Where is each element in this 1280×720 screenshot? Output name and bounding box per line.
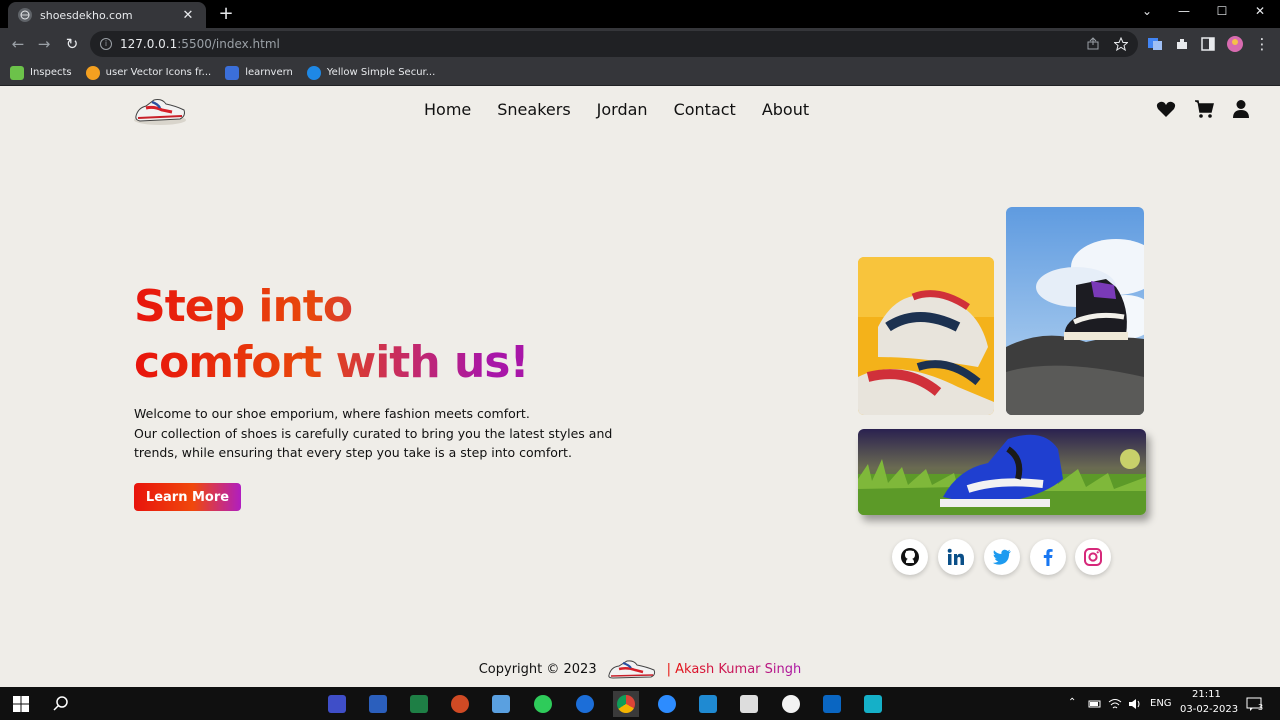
twitter-link[interactable] <box>984 539 1020 575</box>
vscode-icon[interactable] <box>695 691 721 717</box>
address-bar[interactable]: i 127.0.0.1:5500/index.html <box>90 31 1138 57</box>
linkedin-link[interactable] <box>938 539 974 575</box>
bookmark-yellow-simple[interactable]: Yellow Simple Secur... <box>306 65 436 80</box>
browser-toolbar: ← → ↻ i 127.0.0.1:5500/index.html ⋮ <box>0 28 1280 60</box>
nav-jordan[interactable]: Jordan <box>597 100 648 119</box>
site-info-icon[interactable]: i <box>100 38 112 50</box>
main-nav: Home Sneakers Jordan Contact About <box>424 100 809 119</box>
back-icon[interactable]: ← <box>8 34 28 54</box>
learnvern-icon <box>225 65 240 80</box>
canva-app-icon[interactable] <box>860 691 886 717</box>
profile-avatar-icon[interactable] <box>1227 36 1243 52</box>
hero-text-1: Welcome to our shoe emporium, where fash… <box>134 406 530 421</box>
github-link[interactable] <box>892 539 928 575</box>
linkedin-icon <box>947 548 964 565</box>
menu-kebab-icon[interactable]: ⋮ <box>1252 34 1272 54</box>
clock-time[interactable]: 21:11 <box>1192 689 1221 700</box>
bookmark-label: user Vector Icons fr... <box>105 67 212 78</box>
hero-line-2: comfort with us! <box>134 337 529 388</box>
zoom-icon[interactable] <box>654 691 680 717</box>
tab-close-icon[interactable]: ✕ <box>180 8 196 23</box>
word-icon[interactable] <box>365 691 391 717</box>
web-page: Home Sneakers Jordan Contact About Step … <box>0 86 1280 687</box>
windows-taskbar: ⌃ ENG 21:11 03-02-2023 3 <box>0 687 1280 720</box>
cart-icon[interactable] <box>1194 99 1214 119</box>
share-icon[interactable] <box>1086 37 1100 51</box>
windows-start-icon[interactable] <box>8 691 34 717</box>
clock-date[interactable]: 03-02-2023 <box>1180 704 1238 715</box>
vs-icon[interactable] <box>324 691 350 717</box>
notification-count: 3 <box>1258 703 1264 712</box>
author-credit: | Akash Kumar Singh <box>666 661 802 677</box>
linkedin-app-icon[interactable] <box>819 691 845 717</box>
translate-icon[interactable] <box>1147 36 1163 52</box>
instagram-link[interactable] <box>1075 539 1111 575</box>
bookmark-label: Inspects <box>30 67 72 78</box>
url-path: :5500/index.html <box>177 37 280 51</box>
bookmark-label: Yellow Simple Secur... <box>326 67 436 78</box>
photo-sneaker-on-grass <box>858 429 1146 515</box>
github-desktop-icon[interactable] <box>778 691 804 717</box>
nav-sneakers[interactable]: Sneakers <box>497 100 570 119</box>
inspects-icon <box>10 65 24 80</box>
bookmark-label: learnvern <box>245 67 293 78</box>
whatsapp-icon[interactable] <box>530 691 556 717</box>
nav-about[interactable]: About <box>762 100 809 119</box>
minimize-button[interactable]: — <box>1169 4 1199 18</box>
tab-title: shoesdekho.com <box>40 8 133 22</box>
footer-logo-sneaker <box>607 660 655 679</box>
forward-icon[interactable]: → <box>34 34 54 54</box>
photo-yellow-sneakers <box>858 257 994 415</box>
nav-contact[interactable]: Contact <box>674 100 736 119</box>
nav-home[interactable]: Home <box>424 100 471 119</box>
twitter-icon <box>992 549 1011 565</box>
tab-search-icon[interactable]: ⌄ <box>1132 4 1162 18</box>
facebook-icon <box>1043 549 1053 566</box>
bookmark-learnvern[interactable]: learnvern <box>225 65 293 80</box>
heart-icon[interactable] <box>1156 99 1176 119</box>
site-logo-sneaker[interactable] <box>132 94 188 128</box>
bookmark-inspects[interactable]: Inspects <box>10 65 72 80</box>
volume-icon[interactable] <box>1128 697 1142 711</box>
facebook-link[interactable] <box>1030 539 1066 575</box>
bookmarks-bar: Inspects user Vector Icons fr... learnve… <box>0 60 1280 86</box>
url-host: 127.0.0.1 <box>120 37 178 51</box>
tray-chevron-icon[interactable]: ⌃ <box>1068 697 1076 708</box>
location-pin-icon <box>85 65 100 80</box>
copyright-text: Copyright © 2023 <box>478 661 597 677</box>
powerpoint-icon[interactable] <box>447 691 473 717</box>
tab-bar: shoesdekho.com ✕ + ⌄ — ☐ ✕ <box>0 0 1280 28</box>
teamviewer-icon[interactable] <box>572 691 598 717</box>
wifi-icon[interactable] <box>1108 697 1122 711</box>
photo-jordan-on-rock <box>1006 207 1144 415</box>
wordpress-icon[interactable] <box>736 691 762 717</box>
extensions-icon[interactable] <box>1174 36 1190 52</box>
excel-icon[interactable] <box>406 691 432 717</box>
side-panel-icon[interactable] <box>1200 36 1216 52</box>
new-tab-button[interactable]: + <box>216 4 236 24</box>
hero-heading: Step into comfort with us! <box>134 279 529 391</box>
battery-icon[interactable] <box>1088 697 1102 711</box>
maximize-button[interactable]: ☐ <box>1207 4 1237 18</box>
browser-tab[interactable]: shoesdekho.com ✕ <box>8 2 206 28</box>
bookmark-vector-icons[interactable]: user Vector Icons fr... <box>85 65 212 80</box>
footer: Copyright © 2023 | Akash Kumar Singh <box>0 656 1280 682</box>
github-icon <box>901 548 919 566</box>
hero-text-2: Our collection of shoes is carefully cur… <box>134 425 613 461</box>
language-indicator[interactable]: ENG <box>1150 698 1172 709</box>
chrome-icon[interactable] <box>613 691 639 717</box>
bookmark-star-icon[interactable] <box>1114 37 1128 51</box>
instagram-icon <box>1084 548 1102 566</box>
canva-icon <box>306 65 321 80</box>
user-icon[interactable] <box>1231 99 1251 119</box>
file-explorer-icon[interactable] <box>488 691 514 717</box>
reload-icon[interactable]: ↻ <box>62 34 82 54</box>
hero-paragraph: Welcome to our shoe emporium, where fash… <box>134 404 614 463</box>
globe-icon <box>18 8 32 22</box>
learn-more-button[interactable]: Learn More <box>134 483 241 511</box>
close-window-button[interactable]: ✕ <box>1245 4 1275 18</box>
search-icon[interactable] <box>48 691 74 717</box>
hero-line-1: Step into <box>134 281 353 332</box>
